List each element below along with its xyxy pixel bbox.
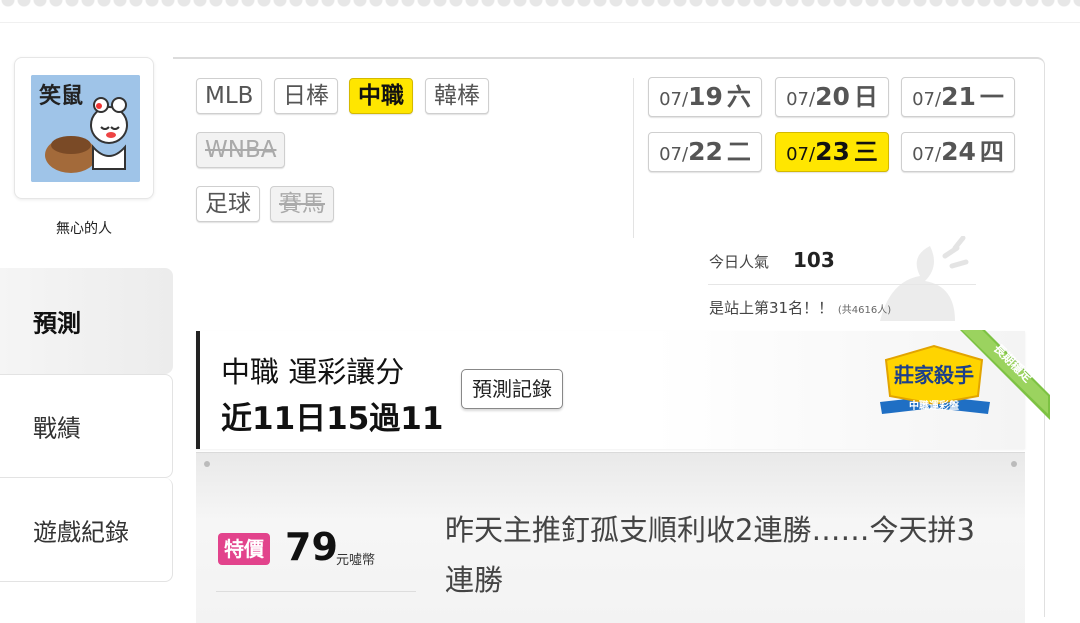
date-month: 07/ (659, 89, 689, 110)
date-day: 19 (688, 82, 723, 111)
badge-title: 莊家殺手 (894, 363, 974, 387)
sidebar-item-label: 遊戲紀錄 (33, 518, 129, 546)
date-0722[interactable]: 07/22 二 (648, 132, 762, 172)
offer-description[interactable]: 昨天主推釘孤支順利收2連勝……今天拼3連勝 (445, 505, 975, 605)
username: 無心的人 (56, 221, 112, 237)
date-month: 07/ (912, 144, 942, 165)
date-day: 21 (941, 82, 976, 111)
card-record: 近11日15過11 (221, 401, 444, 437)
sale-tag: 特價 (218, 533, 270, 565)
date-weekday: 三 (853, 138, 878, 166)
league-tab-horse-racing: 賽馬 (270, 186, 334, 222)
rank-total: (共4616人) (837, 305, 892, 316)
date-month: 07/ (786, 144, 816, 165)
date-weekday: 一 (979, 83, 1004, 111)
divider (633, 78, 634, 238)
popularity-value: 103 (793, 248, 835, 272)
sidebar-item-game-log[interactable]: 遊戲紀錄 (0, 478, 173, 582)
league-tab-cpbl[interactable]: 中職 (349, 78, 413, 114)
date-weekday: 日 (853, 83, 878, 111)
badge-subtitle: 中職運彩盤 (909, 399, 960, 412)
prediction-offer-card[interactable]: 特價 79 元噓幣 昨天主推釘孤支順利收2連勝……今天拼3連勝 (196, 452, 1025, 623)
league-tab-wnba: WNBA (196, 132, 286, 168)
date-day: 23 (815, 137, 850, 166)
sidebar-item-label: 預測 (33, 309, 81, 338)
sidebar-item-predict[interactable]: 預測 (0, 268, 173, 374)
price-unit: 元噓幣 (336, 553, 376, 568)
sidebar-item-label: 戰績 (33, 414, 81, 443)
rank-text: 是站上第31名！！ (共4616人) (709, 297, 891, 318)
prediction-history-button[interactable]: 預測記錄 (461, 369, 563, 409)
sidebar-item-record[interactable]: 戰績 (0, 374, 173, 478)
rank-text-main: 是站上第31名！！ (709, 299, 834, 317)
divider (216, 591, 416, 592)
league-tab-npb[interactable]: 日棒 (274, 78, 338, 114)
avatar: 笑鼠 (31, 75, 140, 182)
screw-icon (1011, 461, 1017, 467)
date-0720[interactable]: 07/20 日 (775, 77, 889, 117)
date-0719[interactable]: 07/19 六 (648, 77, 762, 117)
date-day: 24 (941, 137, 976, 166)
date-0723[interactable]: 07/23 三 (775, 132, 889, 172)
date-day: 22 (688, 137, 723, 166)
date-0724[interactable]: 07/24 四 (901, 132, 1015, 172)
top-scalloped-border (0, 0, 1080, 23)
sidebar-nav: 預測 戰績 遊戲紀錄 (0, 268, 173, 582)
date-month: 07/ (659, 144, 689, 165)
league-tab-kbo[interactable]: 韓棒 (425, 78, 489, 114)
divider (708, 284, 976, 285)
screw-icon (204, 461, 210, 467)
price-value: 79 (285, 525, 338, 569)
avatar-card[interactable]: 笑鼠 (14, 57, 154, 199)
date-day: 20 (815, 82, 850, 111)
date-0721[interactable]: 07/21 一 (901, 77, 1015, 117)
date-weekday: 四 (979, 138, 1004, 166)
date-month: 07/ (912, 89, 942, 110)
league-tab-soccer[interactable]: 足球 (196, 186, 260, 222)
league-tab-mlb[interactable]: MLB (196, 78, 263, 114)
popularity-label: 今日人氣 (709, 253, 770, 271)
card-title: 中職 運彩讓分 (221, 355, 405, 389)
date-month: 07/ (786, 89, 816, 110)
date-weekday: 六 (726, 83, 751, 111)
achievement-badge: 長期穩定 莊家殺手 中職運彩盤 (870, 330, 1050, 430)
avatar-text: 笑鼠 (39, 83, 83, 109)
date-weekday: 二 (726, 138, 751, 166)
